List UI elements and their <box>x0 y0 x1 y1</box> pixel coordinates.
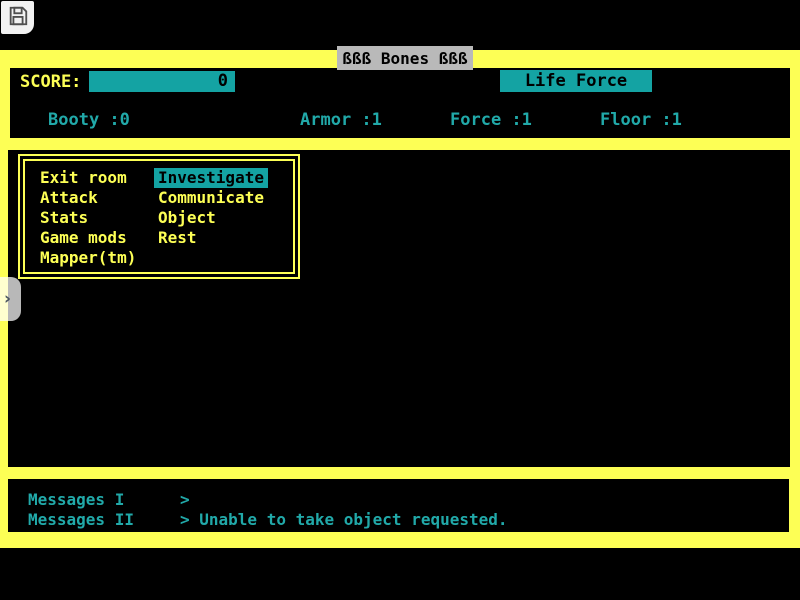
stat-floor: Floor :1 <box>600 110 682 130</box>
menu-item-object[interactable]: Object <box>158 208 268 228</box>
status-panel: SCORE: 0 Life Force :100 Booty :0 Armor … <box>10 68 790 138</box>
save-button[interactable] <box>1 1 34 34</box>
play-area: Exit room Attack Stats Game mods Mapper(… <box>8 150 790 467</box>
command-menu-inner: Exit room Attack Stats Game mods Mapper(… <box>23 159 295 274</box>
stat-booty: Booty :0 <box>48 110 130 130</box>
score-label: SCORE: <box>20 72 81 92</box>
menu-item-exit-room[interactable]: Exit room <box>40 168 136 188</box>
floppy-disk-icon <box>7 5 29 31</box>
menu-column-left: Exit room Attack Stats Game mods Mapper(… <box>40 168 136 268</box>
life-force-badge: Life Force :100 <box>500 70 652 92</box>
menu-item-investigate[interactable]: Investigate <box>154 168 268 188</box>
stat-armor: Armor :1 <box>300 110 382 130</box>
drawer-handle[interactable]: › <box>0 277 21 321</box>
menu-item-stats[interactable]: Stats <box>40 208 136 228</box>
message-2-text: > Unable to take object requested. <box>180 510 508 529</box>
message-1-label: Messages I <box>28 490 124 509</box>
score-bar: 0 <box>89 71 235 92</box>
message-1-text: > <box>180 490 190 509</box>
message-2-label: Messages II <box>28 510 134 529</box>
menu-item-game-mods[interactable]: Game mods <box>40 228 136 248</box>
menu-item-rest[interactable]: Rest <box>158 228 268 248</box>
game-title: ßßß Bones ßßß <box>337 46 473 70</box>
menu-item-communicate[interactable]: Communicate <box>158 188 268 208</box>
command-menu: Exit room Attack Stats Game mods Mapper(… <box>18 154 300 279</box>
menu-column-right: Investigate Communicate Object Rest <box>158 168 268 248</box>
menu-item-mapper[interactable]: Mapper(tm) <box>40 248 136 268</box>
chevron-right-icon: › <box>4 291 11 308</box>
messages-panel: Messages I > Messages II > Unable to tak… <box>8 479 789 532</box>
menu-item-attack[interactable]: Attack <box>40 188 136 208</box>
message-line-2: Messages II > Unable to take object requ… <box>8 510 47 586</box>
stat-force: Force :1 <box>450 110 532 130</box>
